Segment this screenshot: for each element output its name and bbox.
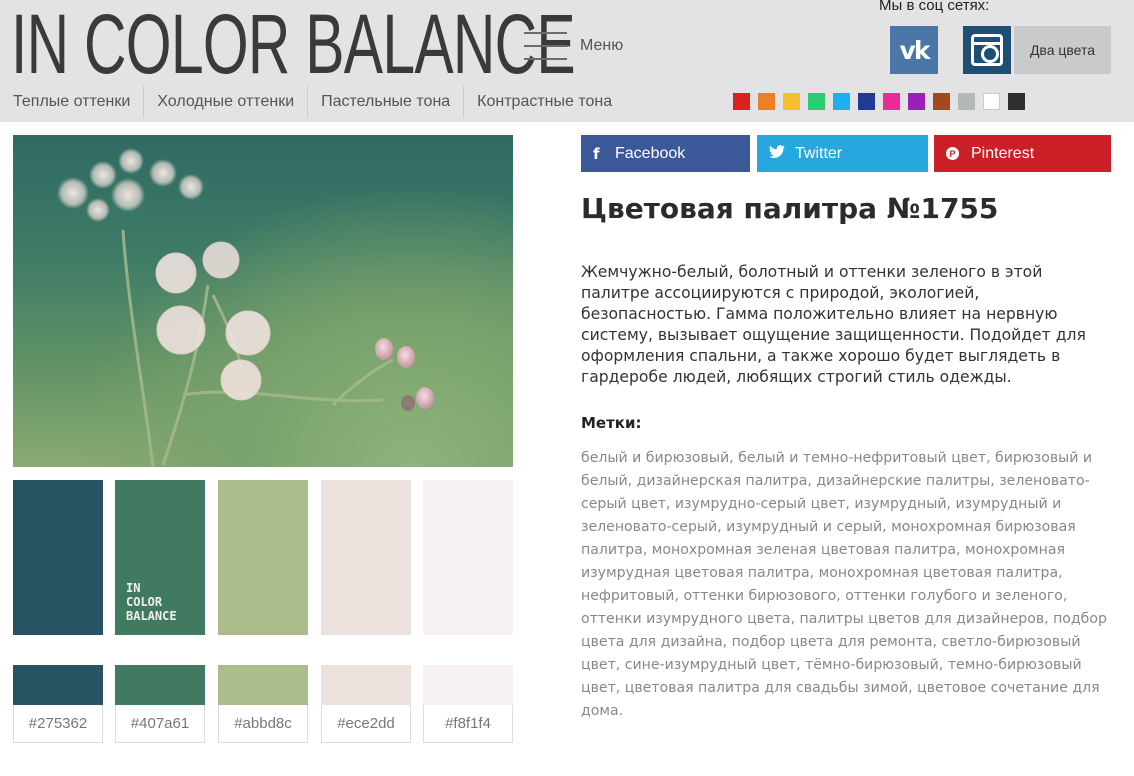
tag-link[interactable]: оттенки изумрудного цвета — [581, 611, 791, 627]
menu-button[interactable]: Меню — [524, 32, 623, 60]
color-filter-swatch[interactable] — [858, 93, 875, 110]
site-logo[interactable]: IN COLOR BALANCE — [11, 2, 576, 86]
color-filter-swatches — [733, 93, 1025, 110]
palette-color-chip — [13, 665, 103, 705]
palette-title: Цветовая палитра №1755 — [581, 192, 999, 225]
palette-color-chip — [321, 665, 411, 705]
twitter-share-button[interactable]: Twitter — [757, 135, 928, 172]
two-colors-button[interactable]: Два цвета — [1014, 26, 1111, 74]
facebook-share-button[interactable]: f Facebook — [581, 135, 750, 172]
color-filter-swatch[interactable] — [833, 93, 850, 110]
tag-link[interactable]: изумрудно-серый цвет — [675, 496, 846, 512]
pinterest-label: Pinterest — [971, 144, 1035, 162]
tag-link[interactable]: подбор цвета для ремонта — [732, 634, 933, 650]
tag-link[interactable]: цветовая палитра для свадьбы зимой — [625, 680, 908, 696]
palette-hex-code[interactable]: #275362 — [13, 705, 103, 743]
watermark-logo: IN COLOR BALANCE — [126, 581, 177, 623]
palette-color-chip — [115, 665, 205, 705]
vk-icon: vk — [899, 35, 931, 65]
tag-link[interactable]: белый и бирюзовый — [581, 450, 729, 466]
palette-color-chip — [423, 665, 513, 705]
color-filter-swatch[interactable] — [783, 93, 800, 110]
nav-contrast-tones[interactable]: Контрастные тона — [464, 86, 625, 118]
color-filter-swatch[interactable] — [758, 93, 775, 110]
tag-link[interactable]: палитры цветов для дизайнеров — [799, 611, 1044, 627]
vk-button[interactable]: vk — [890, 26, 938, 74]
color-filter-swatch[interactable] — [808, 93, 825, 110]
tag-link[interactable]: оттенки бирюзового — [683, 588, 836, 604]
palette-hex-code[interactable]: #407a61 — [115, 705, 205, 743]
pinterest-icon: P — [946, 147, 959, 160]
color-filter-swatch[interactable] — [883, 93, 900, 110]
palette-color-block — [423, 480, 513, 635]
tag-link[interactable]: сине-изумрудный цвет — [625, 657, 796, 673]
site-header: IN COLOR BALANCE Меню Мы в соц сетях: vk… — [0, 0, 1134, 122]
color-filter-swatch[interactable] — [933, 93, 950, 110]
color-filter-swatch[interactable] — [733, 93, 750, 110]
tag-link[interactable]: дизайнерские палитры — [816, 473, 990, 489]
palette-color-block — [321, 480, 411, 635]
nav-cold-shades[interactable]: Холодные оттенки — [144, 86, 309, 118]
tag-link[interactable]: изумрудный — [854, 496, 946, 512]
tag-link[interactable]: нефритовый — [581, 588, 674, 604]
instagram-button[interactable] — [963, 26, 1011, 74]
palette-hex-code[interactable]: #abbd8c — [218, 705, 308, 743]
tag-link[interactable]: монохромная зеленая цветовая палитра — [652, 542, 956, 558]
tag-link[interactable]: монохромная цветовая палитра — [819, 565, 1059, 581]
hamburger-icon — [524, 32, 567, 60]
category-nav: Теплые оттенки Холодные оттенки Пастельн… — [0, 86, 625, 118]
color-filter-swatch[interactable] — [1008, 93, 1025, 110]
palette-photo — [13, 135, 513, 467]
instagram-icon — [971, 34, 1003, 66]
tag-link[interactable]: тёмно-бирюзовый — [805, 657, 939, 673]
menu-label: Меню — [580, 37, 624, 54]
palette-color-block — [218, 480, 308, 635]
facebook-icon: f — [593, 144, 600, 163]
palette-color-chip — [218, 665, 308, 705]
tag-link[interactable]: белый и темно-нефритовый цвет — [738, 450, 986, 466]
palette-color-block — [13, 480, 103, 635]
tag-link[interactable]: оттенки голубого и зеленого — [845, 588, 1063, 604]
tag-link[interactable]: дизайнерская палитра — [637, 473, 808, 489]
twitter-icon — [769, 144, 791, 163]
color-filter-swatch[interactable] — [983, 93, 1000, 110]
palette-hex-code[interactable]: #f8f1f4 — [423, 705, 513, 743]
palette-description: Жемчужно-белый, болотный и оттенки зелен… — [581, 263, 1086, 386]
color-filter-swatch[interactable] — [908, 93, 925, 110]
palette-hex-code[interactable]: #ece2dd — [321, 705, 411, 743]
facebook-label: Facebook — [615, 144, 686, 162]
tags-label: Метки: — [581, 414, 642, 432]
pinterest-share-button[interactable]: P Pinterest — [934, 135, 1111, 172]
color-filter-swatch[interactable] — [958, 93, 975, 110]
nav-pastel-tones[interactable]: Пастельные тона — [308, 86, 465, 118]
twitter-label: Twitter — [795, 144, 843, 162]
nav-warm-shades[interactable]: Теплые оттенки — [0, 86, 145, 118]
flower-illustration — [57, 148, 434, 467]
social-label: Мы в соц сетях: — [879, 0, 990, 14]
tag-link[interactable]: изумрудный и серый — [726, 519, 882, 535]
tags-list: белый и бирюзовый, белый и темно-нефрито… — [581, 450, 1107, 719]
